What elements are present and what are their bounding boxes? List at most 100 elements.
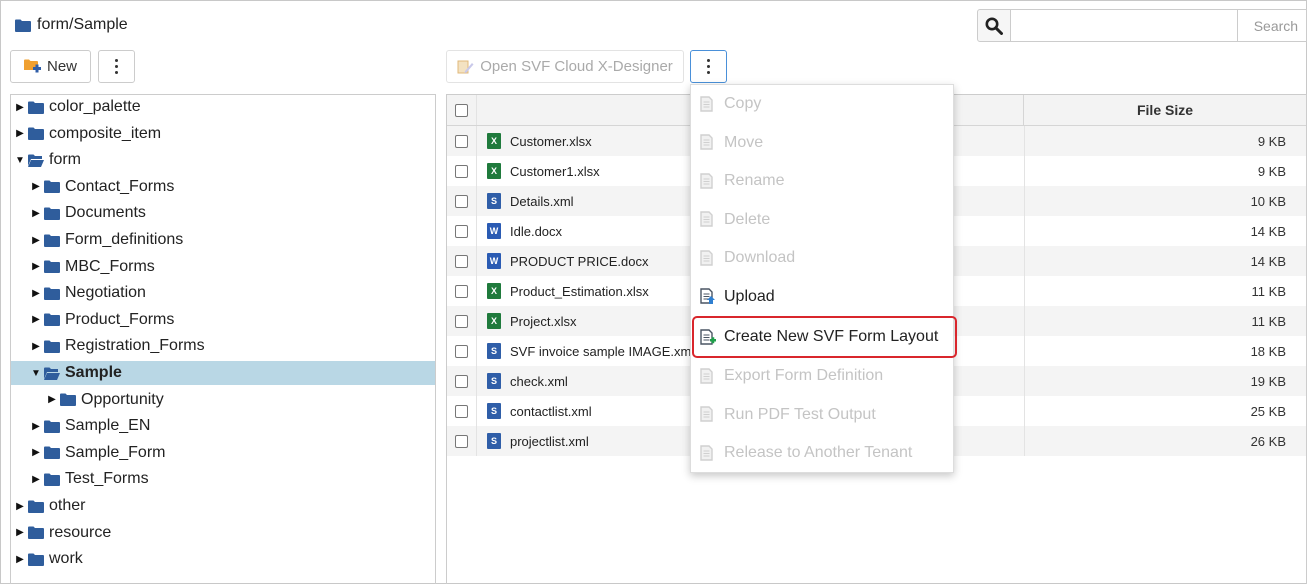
search-button[interactable] xyxy=(977,9,1011,42)
file-size: 14 KB xyxy=(1024,216,1286,246)
file-name: PRODUCT PRICE.docx xyxy=(510,253,649,269)
xdesigner-icon xyxy=(457,60,474,73)
row-checkbox[interactable] xyxy=(455,374,468,388)
tree-item-label: resource xyxy=(49,523,112,541)
expand-arrow-icon[interactable]: ▶ xyxy=(31,421,41,432)
tree-item[interactable]: ▼ form xyxy=(11,148,435,172)
row-checkbox[interactable] xyxy=(455,314,468,328)
expand-arrow-icon[interactable]: ▶ xyxy=(15,554,25,565)
tree-item[interactable]: ▶ color_palette xyxy=(11,95,435,119)
collapse-arrow-icon[interactable]: ▼ xyxy=(15,155,25,166)
menu-item[interactable]: Release to Another Tenant xyxy=(691,434,953,472)
menu-item[interactable]: Run PDF Test Output xyxy=(691,396,953,434)
search-label-button[interactable]: Search xyxy=(1237,9,1307,42)
tree-item[interactable]: ▶ Form_definitions xyxy=(11,228,435,252)
xlsx-file-icon: X xyxy=(487,283,501,299)
new-button[interactable]: New xyxy=(10,50,91,83)
tree-item[interactable]: ▶ Contact_Forms xyxy=(11,175,435,199)
tree-item-label: Sample_EN xyxy=(65,417,151,435)
menu-item-label: Run PDF Test Output xyxy=(724,405,876,423)
row-checkbox[interactable] xyxy=(455,434,468,448)
row-checkbox-cell xyxy=(447,126,477,156)
menu-item[interactable]: Download xyxy=(691,239,953,277)
search-icon xyxy=(985,17,1003,35)
tree-item[interactable]: ▶ Registration_Forms xyxy=(11,334,435,358)
menu-item-label: Delete xyxy=(724,210,771,228)
row-checkbox[interactable] xyxy=(455,194,468,208)
tree-item[interactable]: ▼ Sample xyxy=(11,361,435,385)
expand-arrow-icon[interactable]: ▶ xyxy=(31,261,41,272)
file-name-cell: S SVF invoice sample IMAGE.xml xyxy=(487,336,694,366)
tree-item[interactable]: ▶ composite_item xyxy=(11,122,435,146)
tree-more-button[interactable] xyxy=(98,50,135,83)
context-menu: Copy Move Rename Delete Download Upload Create… xyxy=(690,84,957,473)
expand-arrow-icon[interactable]: ▶ xyxy=(31,181,41,192)
expand-arrow-icon[interactable]: ▶ xyxy=(47,394,57,405)
docx-file-icon: W xyxy=(487,223,501,239)
tree-item[interactable]: ▶ resource xyxy=(11,521,435,545)
row-checkbox-cell xyxy=(447,426,477,456)
folder-tree: ▶ color_palette ▶ composite_item ▼ form ▶ Conta… xyxy=(10,94,436,584)
file-name: check.xml xyxy=(510,373,568,389)
tree-item[interactable]: ▶ Sample_EN xyxy=(11,414,435,438)
menu-item[interactable]: Upload xyxy=(691,278,953,316)
tree-item[interactable]: ▶ other xyxy=(11,494,435,518)
expand-arrow-icon[interactable]: ▶ xyxy=(31,474,41,485)
select-all-checkbox[interactable] xyxy=(455,103,468,117)
tree-item[interactable]: ▶ Opportunity xyxy=(11,388,435,412)
expand-arrow-icon[interactable]: ▶ xyxy=(15,102,25,113)
expand-arrow-icon[interactable]: ▶ xyxy=(31,288,41,299)
menu-item-label: Move xyxy=(724,133,764,151)
tree-item[interactable]: ▶ Negotiation xyxy=(11,281,435,305)
menu-item-label: Release to Another Tenant xyxy=(724,444,913,461)
row-checkbox[interactable] xyxy=(455,224,468,238)
open-xdesigner-button[interactable]: Open SVF Cloud X-Designer xyxy=(446,50,684,83)
menu-item[interactable]: Export Form Definition xyxy=(691,357,953,395)
tree-item[interactable]: ▶ Sample_Form xyxy=(11,441,435,465)
file-more-button[interactable] xyxy=(690,50,727,83)
expand-arrow-icon[interactable]: ▶ xyxy=(31,208,41,219)
expand-arrow-icon[interactable]: ▶ xyxy=(31,447,41,458)
tree-item-label: Documents xyxy=(65,204,146,222)
menu-item[interactable]: Rename xyxy=(691,162,953,200)
menu-item[interactable]: Move xyxy=(691,124,953,162)
download-icon xyxy=(699,249,716,267)
expand-arrow-icon[interactable]: ▶ xyxy=(31,314,41,325)
row-checkbox-cell xyxy=(447,396,477,426)
tree-item[interactable]: ▶ MBC_Forms xyxy=(11,255,435,279)
breadcrumb-path: form/Sample xyxy=(37,16,128,33)
row-checkbox[interactable] xyxy=(455,134,468,148)
xlsx-file-icon: X xyxy=(487,313,501,329)
tree-item[interactable]: ▶ Documents xyxy=(11,201,435,225)
tree-item[interactable]: ▶ Test_Forms xyxy=(11,467,435,491)
menu-item-label: Upload xyxy=(724,287,775,305)
new-layout-icon xyxy=(699,328,716,346)
row-checkbox[interactable] xyxy=(455,284,468,298)
collapse-arrow-icon[interactable]: ▼ xyxy=(31,368,41,379)
expand-arrow-icon[interactable]: ▶ xyxy=(15,527,25,538)
file-size: 11 KB xyxy=(1024,306,1286,336)
expand-arrow-icon[interactable]: ▶ xyxy=(15,128,25,139)
xlsx-file-icon: X xyxy=(487,163,501,179)
tree-item[interactable]: ▶ Product_Forms xyxy=(11,308,435,332)
copy-icon xyxy=(699,95,716,113)
menu-item[interactable]: Copy xyxy=(691,85,953,123)
search-input[interactable] xyxy=(1010,9,1238,42)
folder-icon xyxy=(28,500,44,513)
row-checkbox[interactable] xyxy=(455,404,468,418)
row-checkbox[interactable] xyxy=(455,254,468,268)
file-name: projectlist.xml xyxy=(510,433,589,449)
file-name-cell: Sprojectlist.xml xyxy=(487,426,589,456)
column-header-size[interactable]: File Size xyxy=(1024,95,1306,125)
row-checkbox[interactable] xyxy=(455,164,468,178)
expand-arrow-icon[interactable]: ▶ xyxy=(15,501,25,512)
expand-arrow-icon[interactable]: ▶ xyxy=(31,341,41,352)
file-name-cell: Scontactlist.xml xyxy=(487,396,592,426)
menu-item[interactable]: Create New SVF Form Layout xyxy=(692,316,957,358)
menu-item[interactable]: Delete xyxy=(691,201,953,239)
row-checkbox[interactable] xyxy=(455,344,468,358)
tree-item[interactable]: ▶ work xyxy=(11,547,435,571)
expand-arrow-icon[interactable]: ▶ xyxy=(31,235,41,246)
folder-icon xyxy=(28,526,44,540)
more-vertical-icon xyxy=(707,59,710,74)
